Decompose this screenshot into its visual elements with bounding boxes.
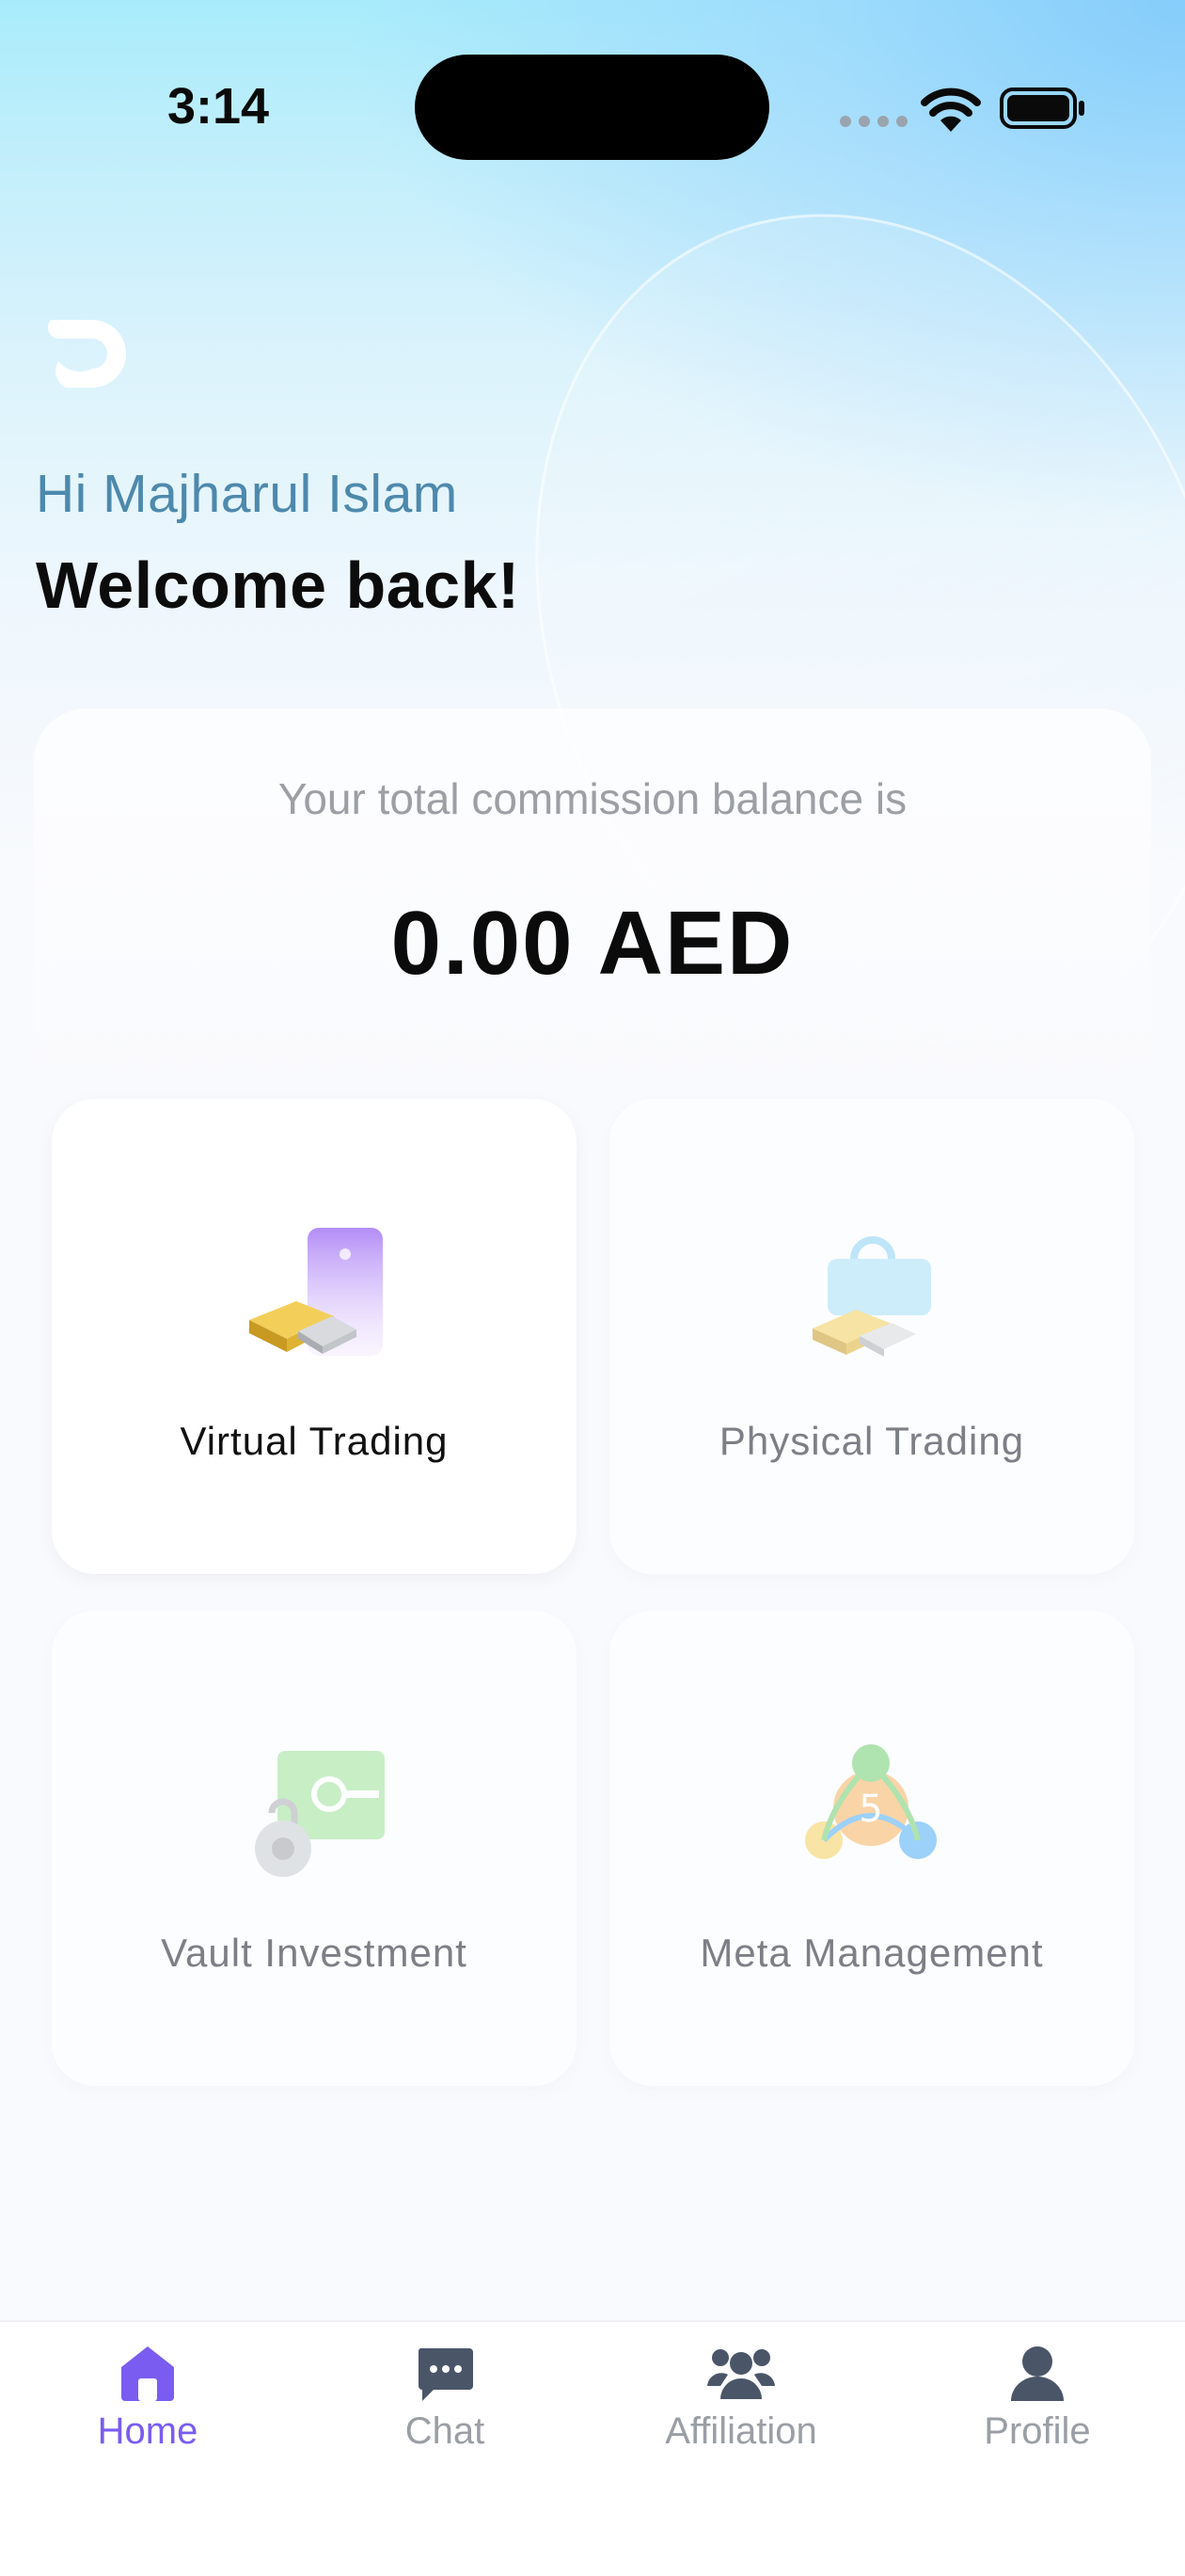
physical-trading-icon xyxy=(813,1236,931,1357)
nav-profile-label: Profile xyxy=(984,2410,1091,2452)
vault-investment-card[interactable]: Vault Investment xyxy=(52,1611,577,2086)
meta-management-card[interactable]: 5 Meta Management xyxy=(609,1611,1134,2086)
nav-profile[interactable]: Profile xyxy=(943,2343,1131,2453)
profile-icon xyxy=(1011,2346,1064,2401)
nav-home-label: Home xyxy=(97,2410,198,2452)
balance-label: Your total commission balance is xyxy=(277,774,908,823)
cellular-signal-icon xyxy=(840,116,908,127)
app-logo-icon xyxy=(47,320,127,388)
physical-trading-card[interactable]: Physical Trading xyxy=(609,1099,1134,1574)
nav-affiliation[interactable]: Affiliation xyxy=(647,2343,835,2453)
battery-icon xyxy=(1000,87,1084,129)
meta-management-label: Meta Management xyxy=(700,1931,1044,1975)
home-icon xyxy=(121,2346,174,2401)
svg-text:5: 5 xyxy=(859,1788,882,1831)
chat-icon xyxy=(418,2348,473,2401)
status-time: 3:14 xyxy=(167,78,270,135)
nav-chat[interactable]: Chat xyxy=(351,2343,539,2453)
nav-chat-label: Chat xyxy=(404,2410,485,2452)
nav-affiliation-label: Affiliation xyxy=(665,2410,817,2452)
welcome-heading: Welcome back! xyxy=(36,549,520,622)
greeting-text: Hi Majharul Islam xyxy=(36,464,458,524)
virtual-trading-label: Virtual Trading xyxy=(180,1419,449,1463)
physical-trading-label: Physical Trading xyxy=(719,1419,1025,1463)
affiliation-icon xyxy=(707,2349,775,2399)
vault-investment-icon xyxy=(255,1751,385,1877)
dynamic-island xyxy=(415,55,769,160)
balance-value: 0.00 AED xyxy=(390,893,795,994)
vault-investment-label: Vault Investment xyxy=(161,1931,467,1975)
wifi-icon xyxy=(921,87,981,132)
virtual-trading-card[interactable]: Virtual Trading xyxy=(52,1099,577,1574)
meta-management-icon: 5 xyxy=(805,1744,937,1859)
nav-home[interactable]: Home xyxy=(54,2343,242,2453)
virtual-trading-icon xyxy=(249,1228,383,1356)
